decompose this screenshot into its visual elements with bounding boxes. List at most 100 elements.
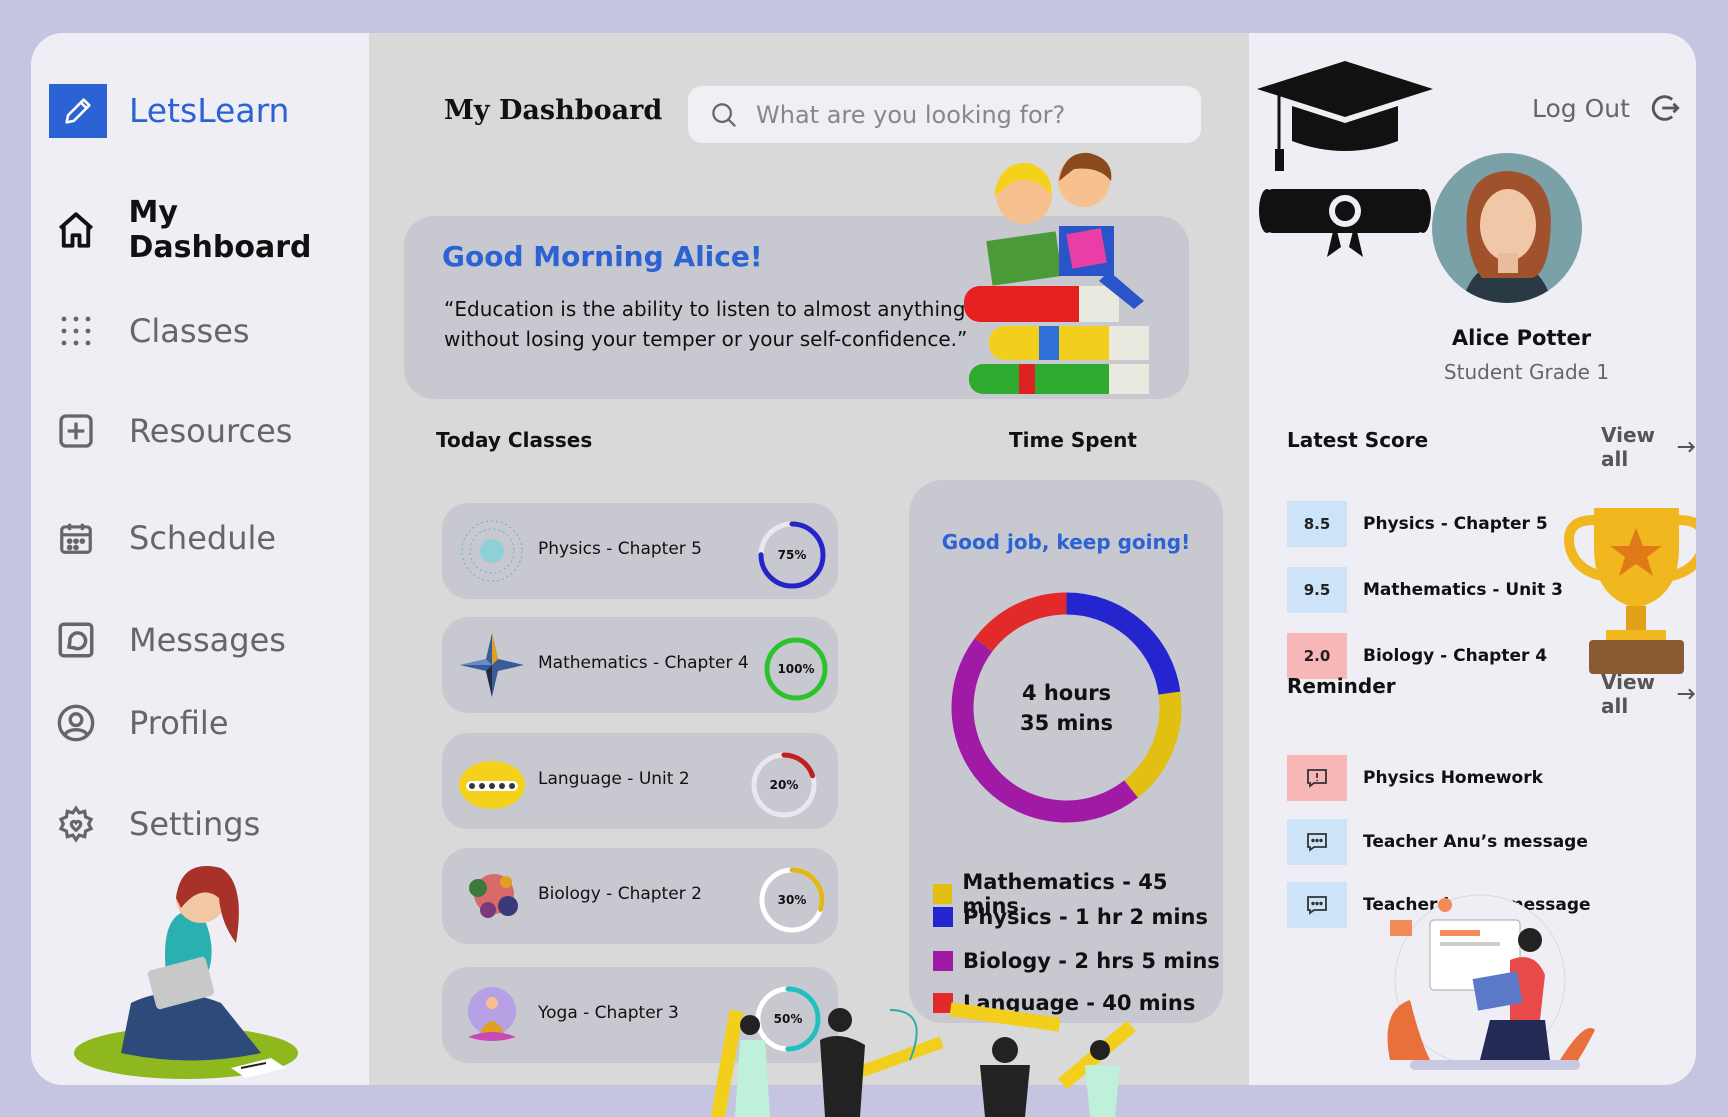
calendar-icon: [51, 513, 101, 563]
progress-label: 75%: [777, 548, 807, 562]
star-polyhedron-icon: [460, 633, 524, 697]
sidebar-item-label: Resources: [129, 412, 293, 450]
reminder-heading: Reminder: [1287, 674, 1396, 698]
class-card-language[interactable]: Language - Unit 2 20%: [442, 733, 838, 829]
message-square-icon: [51, 615, 101, 665]
arrow-right-icon: [1677, 688, 1696, 700]
gear-icon: [51, 799, 101, 849]
sidebar-item-messages[interactable]: Messages: [51, 615, 286, 665]
letter-beads-icon: [459, 761, 525, 809]
reminder-row-physics-homework[interactable]: Physics Homework: [1287, 755, 1543, 801]
class-card-mathematics[interactable]: Mathematics - Chapter 4 100%: [442, 617, 838, 713]
score-subject: Physics - Chapter 5: [1363, 514, 1548, 534]
score-subject: Mathematics - Unit 3: [1363, 580, 1563, 600]
main-content: My Dashboard What are you looking for? G…: [369, 33, 1249, 1085]
avatar[interactable]: [1432, 153, 1582, 303]
search-input[interactable]: What are you looking for?: [756, 101, 1065, 129]
sidebar-item-schedule[interactable]: Schedule: [51, 513, 276, 563]
logout-icon: [1651, 95, 1680, 121]
legend-swatch: [933, 884, 953, 904]
home-icon: [51, 205, 101, 255]
trophy-icon: [1564, 508, 1696, 674]
total-time-hours: 4 hours: [1021, 680, 1112, 705]
plus-square-icon: [51, 406, 101, 456]
latest-score-heading: Latest Score: [1287, 428, 1429, 452]
brain-flowers-icon: [469, 874, 518, 918]
legend-label: Physics - 1 hr 2 mins: [963, 905, 1209, 929]
progress-label: 30%: [777, 893, 807, 907]
reminder-label: Physics Homework: [1363, 768, 1543, 788]
reminder-label: Teacher Anu’s message: [1363, 832, 1588, 852]
girl-with-laptop-illustration: [74, 866, 298, 1079]
encouragement-message: Good job, keep going!: [941, 530, 1191, 554]
arrow-right-icon: [1677, 441, 1696, 453]
progress-ring: 30%: [756, 864, 828, 936]
user-name: Alice Potter: [1451, 326, 1592, 350]
grid-dots-icon: [51, 306, 101, 356]
class-name: Biology - Chapter 2: [538, 884, 702, 904]
sidebar-item-label: Schedule: [129, 519, 277, 557]
sidebar-item-label: My Dashboard: [128, 195, 312, 265]
class-name: Mathematics - Chapter 4: [538, 653, 749, 673]
logout-button[interactable]: Log Out: [1532, 91, 1682, 125]
reminder-view-all[interactable]: View all: [1601, 670, 1696, 718]
sidebar-item-classes[interactable]: Classes: [51, 306, 250, 356]
sidebar-item-resources[interactable]: Resources: [51, 406, 292, 456]
progress-ring: 20%: [748, 749, 820, 821]
progress-ring: 100%: [760, 633, 832, 705]
meditation-icon: [468, 987, 516, 1041]
latest-score-view-all[interactable]: View all: [1601, 423, 1696, 471]
greeting-quote: “Education is the ability to listen to a…: [444, 297, 968, 351]
app-name: LetsLearn: [129, 91, 290, 130]
progress-label: 20%: [769, 778, 799, 792]
class-card-physics[interactable]: Physics - Chapter 5 75%: [442, 503, 838, 599]
score-badge: 2.0: [1287, 633, 1347, 679]
score-row-mathematics[interactable]: 9.5 Mathematics - Unit 3: [1287, 567, 1563, 613]
sidebar-item-dashboard[interactable]: My Dashboard: [51, 195, 369, 265]
kids-reading-on-books-illustration: [964, 152, 1149, 394]
total-time-mins: 35 mins: [1019, 710, 1114, 735]
user-grade: Student Grade 1: [1443, 360, 1610, 384]
score-row-biology[interactable]: 2.0 Biology - Chapter 4: [1287, 633, 1547, 679]
sidebar-item-profile[interactable]: Profile: [51, 698, 229, 748]
view-all-label: View all: [1601, 670, 1656, 718]
chat-icon: [1287, 882, 1347, 928]
time-spent-card: Good job, keep going! 4 hours 35 mins Ma…: [909, 480, 1223, 1023]
sidebar-item-label: Settings: [129, 805, 261, 843]
reminder-row-teacher-anu[interactable]: Teacher Anu’s message: [1287, 819, 1588, 865]
class-card-biology[interactable]: Biology - Chapter 2 30%: [442, 848, 838, 944]
today-classes-heading: Today Classes: [436, 428, 593, 452]
search-icon: [706, 97, 742, 133]
sidebar: LetsLearn My Dashboard Classes Resources…: [31, 33, 369, 1085]
score-badge: 8.5: [1287, 501, 1347, 547]
alert-message-icon: [1287, 755, 1347, 801]
score-badge: 9.5: [1287, 567, 1347, 613]
sidebar-item-label: Messages: [129, 621, 286, 659]
legend-item-physics: Physics - 1 hr 2 mins: [933, 905, 1208, 929]
progress-ring: 75%: [756, 519, 828, 591]
chat-icon: [1287, 819, 1347, 865]
greeting-title: Good Morning Alice!: [442, 240, 763, 273]
time-spent-heading: Time Spent: [1009, 428, 1137, 452]
sidebar-item-label: Classes: [129, 312, 250, 350]
search-bar[interactable]: What are you looking for?: [688, 86, 1201, 143]
logout-label: Log Out: [1532, 93, 1630, 123]
legend-swatch: [933, 951, 953, 971]
class-name: Yoga - Chapter 3: [538, 1003, 679, 1023]
graduation-cap-diploma-icon: [1257, 61, 1433, 257]
user-circle-icon: [51, 698, 101, 748]
atom-icon: [461, 520, 523, 582]
score-row-physics[interactable]: 8.5 Physics - Chapter 5: [1287, 501, 1548, 547]
progress-label: 100%: [777, 662, 815, 676]
man-with-laptop-illustration: [1387, 894, 1595, 1070]
page-title: My Dashboard: [444, 95, 663, 126]
legend-swatch: [933, 907, 953, 927]
score-subject: Biology - Chapter 4: [1363, 646, 1548, 666]
view-all-label: View all: [1601, 423, 1656, 471]
class-name: Language - Unit 2: [538, 769, 690, 789]
class-name: Physics - Chapter 5: [538, 539, 702, 559]
pencil-logo-icon: [49, 84, 107, 138]
people-with-pencils-illustration: [710, 1002, 1136, 1117]
sidebar-item-label: Profile: [129, 704, 229, 742]
sidebar-item-settings[interactable]: Settings: [51, 799, 260, 849]
